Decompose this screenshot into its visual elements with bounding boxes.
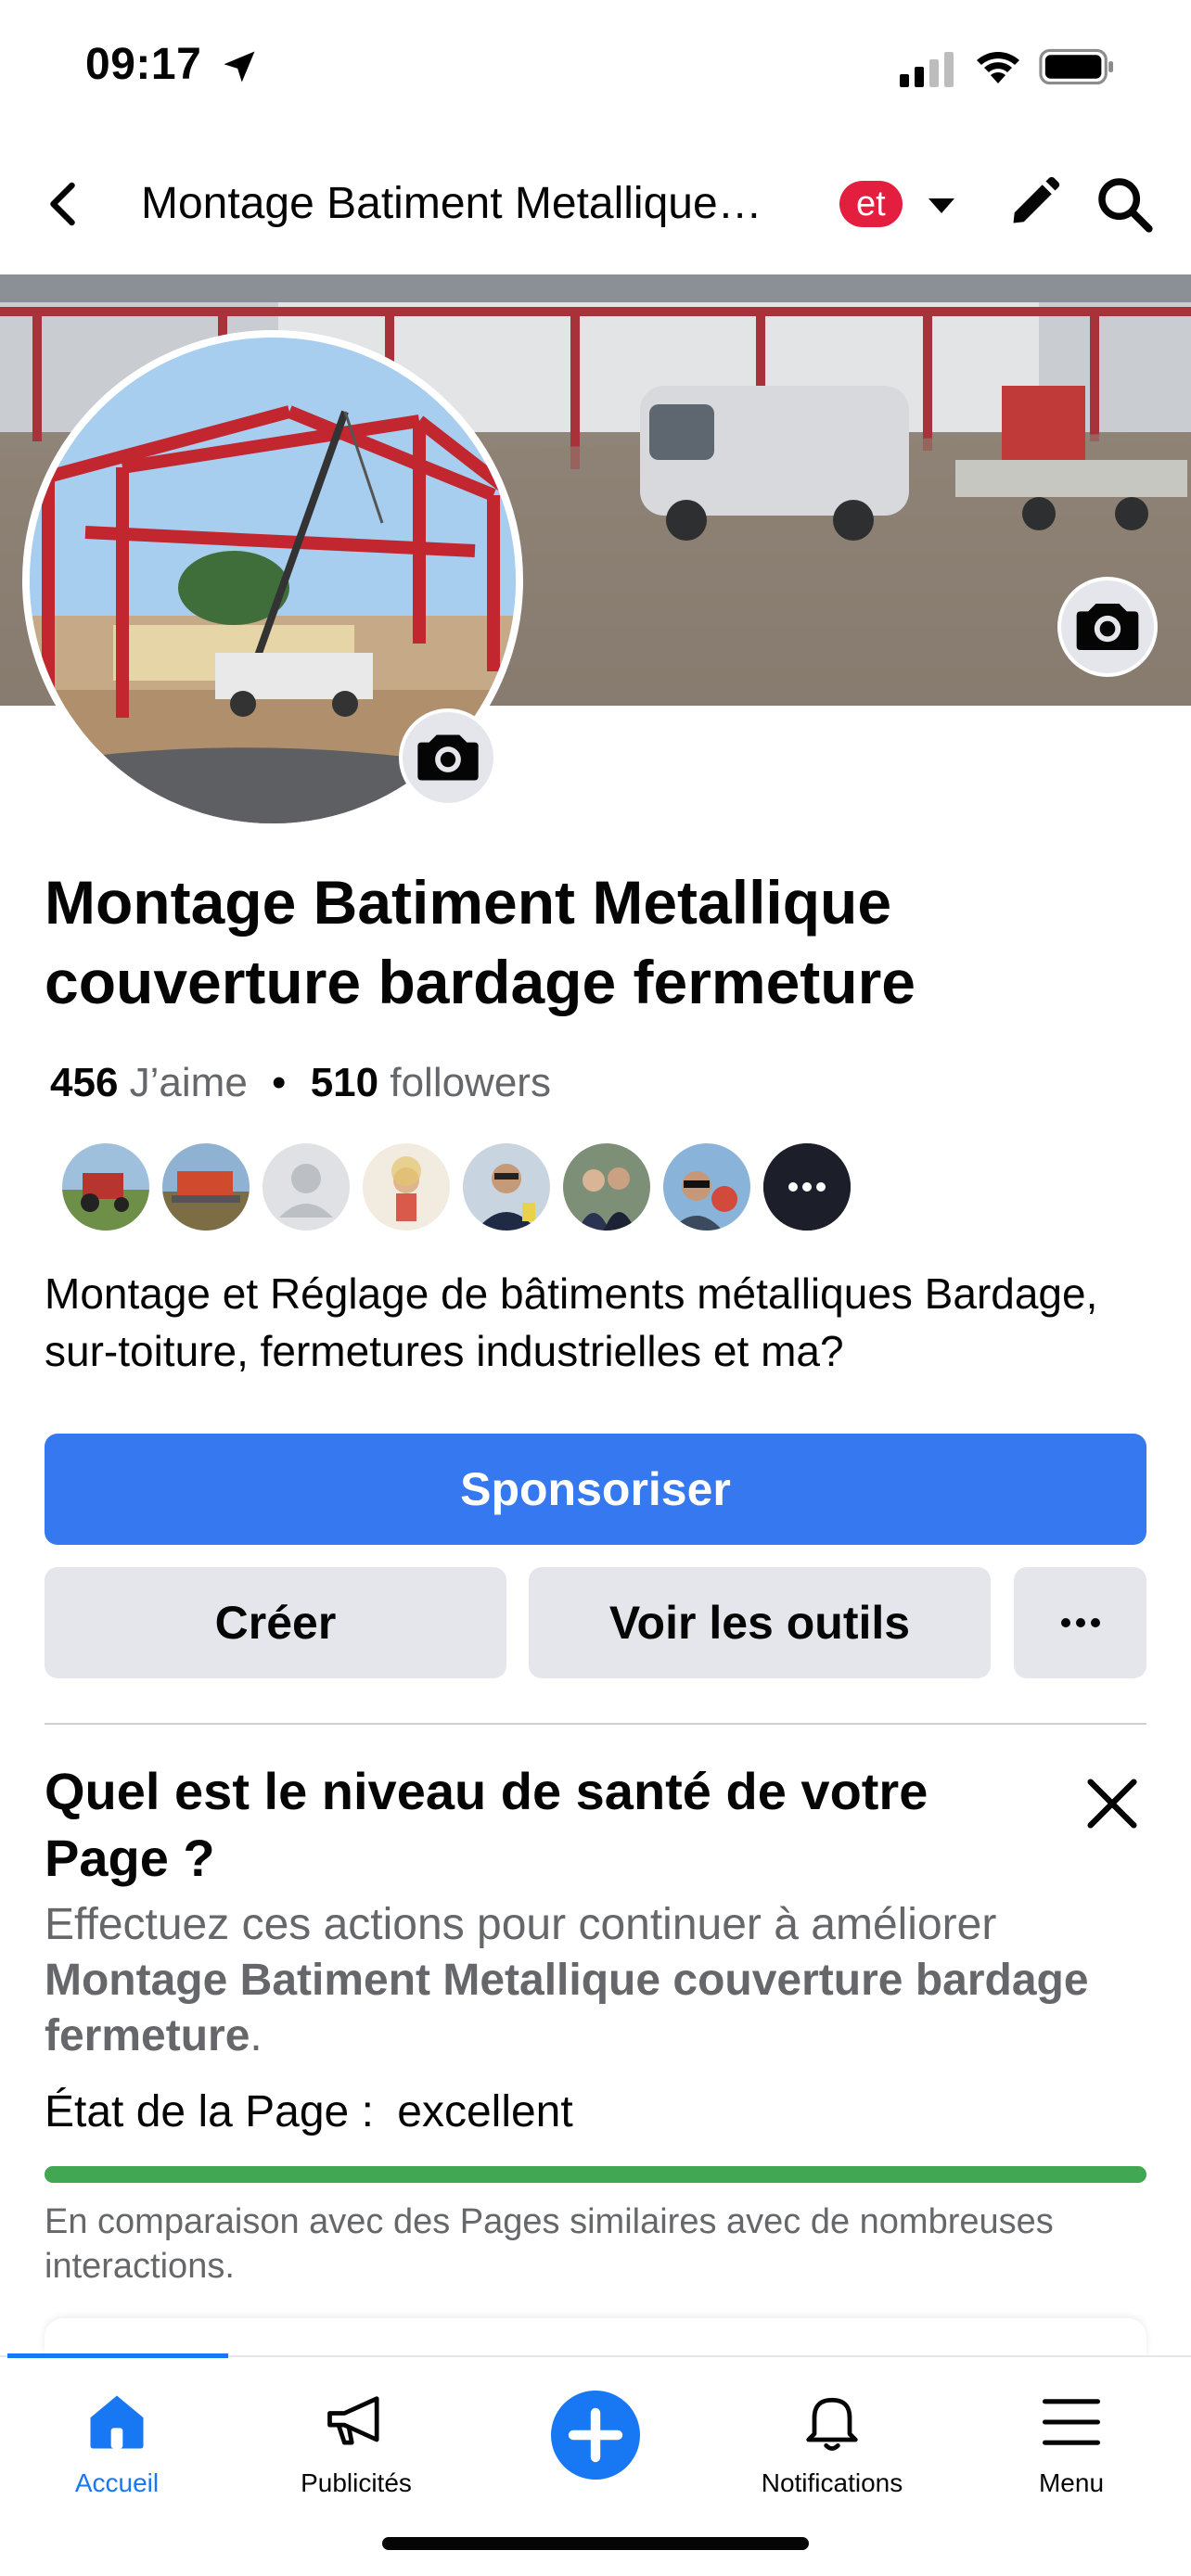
nav-notifications[interactable]: Notifications [730,2357,934,2515]
page-header: Montage Batiment Metallique… et [0,139,1191,274]
plus-icon [568,2407,623,2463]
wifi-icon [977,52,1019,83]
health-card-note: En comparaison avec des Pages similaires… [45,2202,1054,2286]
nav-menu-label: Menu [1038,2468,1105,2497]
more-dots-icon [1060,1618,1100,1627]
likes-label: J’aime [129,1060,248,1105]
avatar [560,1141,653,1233]
page-description: Montage et Réglage de bâtiments métalliq… [45,1269,1098,1375]
view-tools-button[interactable]: Voir les outils [529,1567,991,1678]
likes-count: 456 [50,1060,119,1105]
health-subtitle-suffix: . [250,2011,263,2060]
create-button[interactable]: Créer [45,1567,506,1678]
close-icon[interactable] [1080,1771,1145,1836]
nav-ads[interactable]: Publicités [254,2357,458,2515]
camera-icon [417,734,479,781]
more-options-button[interactable] [1014,1567,1146,1678]
status-badge: et [839,181,903,227]
page-state: État de la Page : excellent [45,2085,573,2140]
more-friends-button[interactable] [761,1141,853,1233]
health-progress-bar [45,2166,1146,2183]
cellular-signal-icon [900,52,954,87]
megaphone-icon [327,2396,379,2445]
avatar [360,1141,453,1233]
edit-cover-button[interactable] [1057,577,1158,677]
page-state-label: État de la Page : [45,2087,374,2136]
header-title[interactable]: Montage Batiment Metallique… [141,174,827,234]
health-subtitle-page-name: Montage Batiment Metallique couverture b… [45,1956,1089,2060]
followers-label: followers [390,1060,551,1105]
menu-icon [1042,2399,1101,2445]
status-bar: 09:17 [0,0,1191,139]
next-card-peek [45,2318,1146,2355]
avatar [460,1141,553,1233]
avatar [59,1141,152,1233]
followers-count: 510 [310,1060,379,1105]
pencil-icon[interactable] [1006,174,1062,230]
edit-profile-picture-button[interactable] [399,708,497,807]
health-card-title: Quel est le niveau de santé de votre Pag… [45,1762,928,1887]
camera-icon [1076,604,1139,650]
avatar [660,1141,753,1233]
sponsor-button[interactable]: Sponsoriser [45,1434,1146,1545]
health-card-subtitle: Effectuez ces actions pour continuer à a… [45,1897,1148,2064]
bell-icon [806,2397,858,2451]
section-divider [45,1723,1146,1725]
avatar [160,1141,252,1233]
page-stats[interactable]: 456 J’aime • 510 followers [50,1055,551,1111]
nav-ads-label: Publicités [301,2468,412,2497]
nav-menu[interactable]: Menu [969,2357,1173,2515]
health-progress-fill [45,2166,1146,2183]
nav-home[interactable]: Accueil [15,2357,219,2515]
page-state-value: excellent [397,2087,573,2136]
avatar [260,1141,352,1233]
page-title: Montage Batiment Metallique couverture b… [45,868,916,1016]
location-arrow-icon [224,51,255,83]
stats-separator: • [272,1060,287,1105]
nav-home-label: Accueil [74,2468,160,2497]
health-subtitle-prefix: Effectuez ces actions pour continuer à a… [45,1900,997,1949]
battery-icon [1039,48,1114,85]
nav-notifications-label: Notifications [761,2468,903,2497]
status-time: 09:17 [85,40,202,89]
back-arrow-icon[interactable] [37,176,93,232]
home-indicator [382,2537,809,2550]
chevron-down-icon[interactable] [923,184,960,224]
search-icon[interactable] [1095,174,1154,234]
create-post-button[interactable] [551,2391,640,2480]
home-icon [90,2395,144,2449]
